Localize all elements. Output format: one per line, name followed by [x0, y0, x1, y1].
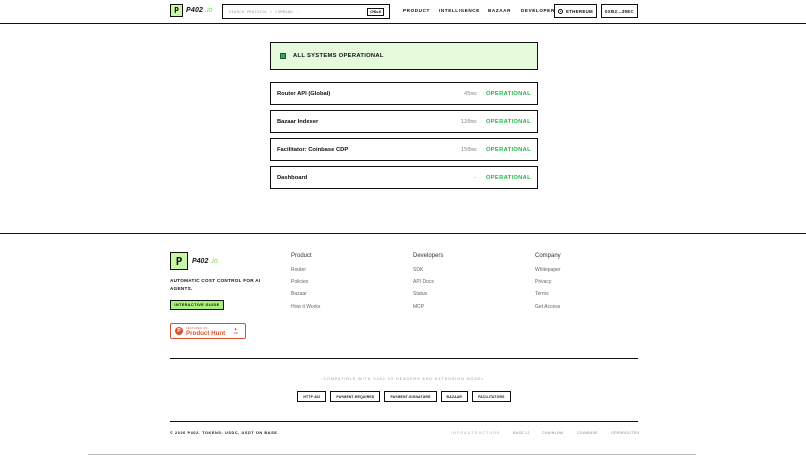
service-latency: - [473, 174, 477, 181]
service-status: OPERATIONAL [485, 174, 531, 181]
footer-divider-bottom [170, 421, 638, 422]
service-status: OPERATIONAL [485, 90, 531, 97]
service-row: Facilitator: Coinbase CDP 150ms OPERATIO… [270, 138, 538, 161]
footer-link-bazaar[interactable]: Bazaar [291, 291, 320, 303]
footer-link-mcp[interactable]: MCP [413, 304, 443, 316]
footer-logo-icon: P [170, 252, 188, 270]
producthunt-icon: P [175, 327, 183, 335]
nav-developers[interactable]: DEVELOPERS [521, 8, 558, 13]
infra-chainlink[interactable]: CHAINLINK [542, 431, 564, 435]
interactive-guide-button[interactable]: INTERACTIVE GUIDE [170, 300, 224, 310]
service-row: Dashboard - OPERATIONAL [270, 166, 538, 189]
service-name: Router API (Global) [277, 90, 331, 97]
footer-column-title: Developers [413, 253, 444, 259]
footer-link-how-it-works[interactable]: How it Works [291, 304, 320, 316]
service-latency: 120ms [460, 118, 477, 125]
status-banner: ALL SYSTEMS OPERATIONAL [270, 42, 538, 70]
upvote-count: 100 [233, 331, 238, 335]
network-icon [557, 8, 563, 14]
search-input[interactable] [229, 9, 359, 14]
chip-http-402[interactable]: HTTP 402 [297, 391, 327, 402]
footer-link-router[interactable]: Router [291, 267, 320, 279]
header-logo[interactable]: P P402 .io [170, 4, 213, 17]
footer-column-title: Product [291, 253, 312, 259]
service-latency: 45ms [463, 90, 477, 97]
footer-column-product: Product Router Policies Bazaar How it Wo… [291, 253, 320, 316]
nav-intelligence[interactable]: INTELLIGENCE [439, 8, 480, 13]
copyright-text: © 2026 P402. TOKENS: USDC, USDT ON BASE. [170, 431, 280, 435]
protocol-chips: HTTP 402 PAYMENT-REQUIRED PAYMENT-SIGNAT… [170, 391, 638, 402]
service-name: Facilitator: Coinbase CDP [277, 146, 349, 153]
footer-divider-mid [170, 358, 638, 359]
nav-product[interactable]: PRODUCT [403, 8, 430, 13]
search-shortcut-badge: CMD+K [367, 8, 384, 16]
infrastructure-label: INFRASTRUCTURE [451, 431, 501, 435]
footer-logo-suffix: .io [210, 257, 218, 265]
footer-divider [0, 233, 806, 234]
footer-link-policies[interactable]: Policies [291, 279, 320, 291]
footer-link-terms[interactable]: Terms [535, 291, 561, 303]
logo-suffix: .io [205, 7, 213, 14]
service-row: Bazaar Indexer 120ms OPERATIONAL [270, 110, 538, 133]
footer-column-developers: Developers SDK API Docs Status MCP [413, 253, 443, 316]
footer-link-status[interactable]: Status [413, 291, 443, 303]
service-status: OPERATIONAL [485, 118, 531, 125]
wallet-address: 0XB2...39EC [605, 8, 634, 14]
footer-link-get-access[interactable]: Get Access [535, 304, 561, 316]
service-status: OPERATIONAL [485, 146, 531, 153]
page-bottom-line [88, 454, 696, 455]
footer-link-api-docs[interactable]: API Docs [413, 279, 443, 291]
infra-coinbase[interactable]: COINBASE [577, 431, 598, 435]
nav-bazaar[interactable]: BAZAAR [488, 8, 511, 13]
service-row: Router API (Global) 45ms OPERATIONAL [270, 82, 538, 105]
search-box[interactable]: CMD+K [222, 4, 390, 19]
chip-payment-required[interactable]: PAYMENT-REQUIRED [330, 391, 381, 402]
chip-facilitators[interactable]: FACILITATORS [472, 391, 511, 402]
top-nav-bar: P P402 .io CMD+K PRODUCT INTELLIGENCE BA… [0, 0, 806, 24]
footer-column-company: Company Whitepaper Privacy Terms Get Acc… [535, 253, 561, 316]
producthunt-badge[interactable]: P FEATURED ON Product Hunt ▲ 100 [170, 323, 246, 339]
footer-link-sdk[interactable]: SDK [413, 267, 443, 279]
footer-link-whitepaper[interactable]: Whitepaper [535, 267, 561, 279]
footer-tagline: AUTOMATIC COST CONTROL FOR AI AGENTS. [170, 278, 261, 291]
infra-base-l2[interactable]: BASE L2 [513, 431, 530, 435]
infra-openrouter[interactable]: OPENROUTER [611, 431, 639, 435]
logo-text: P402 [186, 7, 204, 14]
service-latency: 150ms [460, 146, 477, 153]
logo-icon: P [170, 4, 183, 17]
compat-text: COMPATIBLE WITH X402 V2 HEADERS AND EXTE… [323, 377, 485, 381]
network-label: ETHEREUM [565, 8, 594, 14]
footer-column-title: Company [535, 253, 561, 259]
network-select-button[interactable]: ETHEREUM [554, 4, 597, 18]
status-banner-text: ALL SYSTEMS OPERATIONAL [293, 53, 384, 59]
chip-bazaar[interactable]: BAZAAR [440, 391, 469, 402]
footer-logo[interactable]: P P402 .io [170, 252, 218, 270]
service-name: Dashboard [277, 174, 308, 181]
chip-payment-signature[interactable]: PAYMENT-SIGNATURE [384, 391, 437, 402]
producthunt-title: Product Hunt [186, 330, 226, 337]
wallet-button[interactable]: 0XB2...39EC [601, 4, 638, 18]
footer-link-privacy[interactable]: Privacy [535, 279, 561, 291]
service-name: Bazaar Indexer [277, 118, 319, 125]
status-indicator-icon [280, 53, 286, 59]
footer-logo-text: P402 [192, 257, 209, 265]
